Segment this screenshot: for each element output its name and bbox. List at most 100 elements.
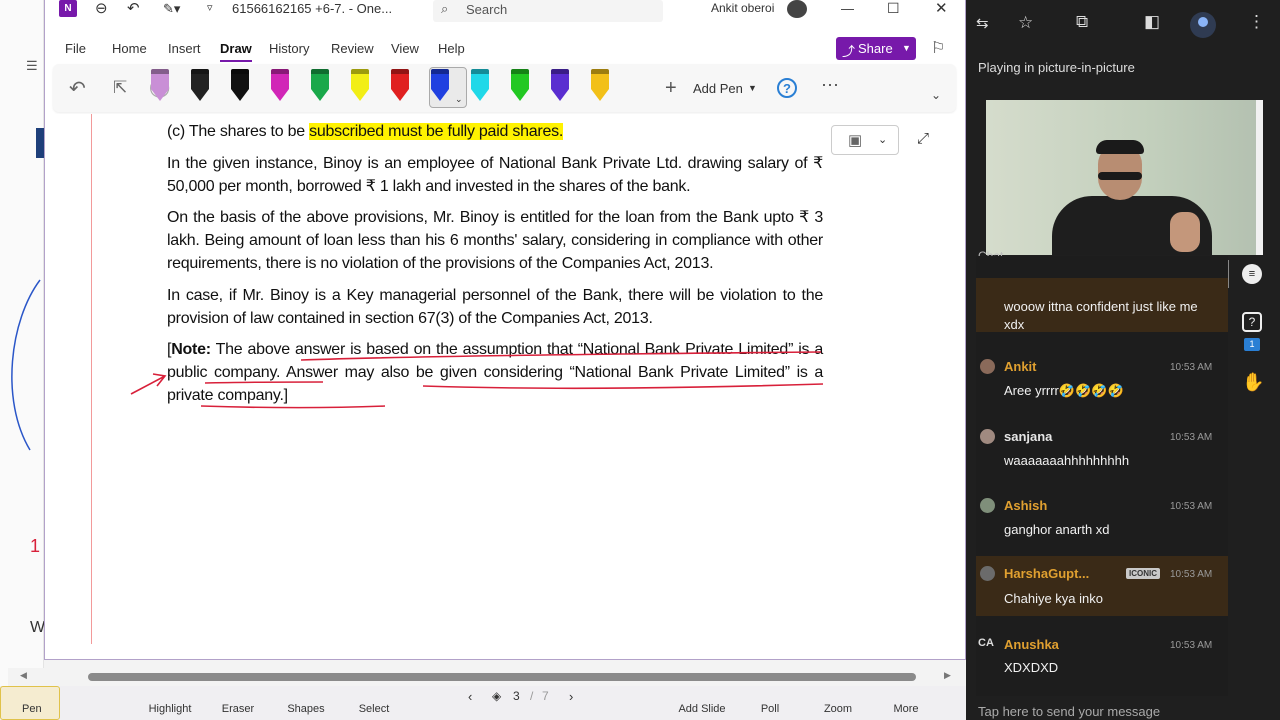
- back-icon[interactable]: ⊖: [95, 0, 108, 17]
- pip-status-text: Playing in picture-in-picture: [978, 60, 1135, 75]
- menu-review[interactable]: Review: [331, 41, 374, 56]
- profile-icon[interactable]: [1190, 12, 1216, 38]
- pen-6[interactable]: [348, 69, 372, 103]
- chat-time-2: 10:53 AM: [1170, 432, 1213, 443]
- add-pen-chevron-icon[interactable]: ▼: [748, 83, 757, 93]
- instructor-video[interactable]: [986, 100, 1263, 255]
- menu-file[interactable]: File: [65, 41, 86, 56]
- pen-12[interactable]: [588, 69, 612, 103]
- pen-5[interactable]: [308, 69, 332, 103]
- chat-name-3: Ashish: [1004, 498, 1048, 513]
- slide-current: 3: [513, 689, 520, 703]
- menu-history[interactable]: History: [269, 41, 309, 56]
- margin-line: [91, 114, 92, 644]
- tool-select-button[interactable]: Select: [344, 703, 404, 715]
- help-icon[interactable]: ?: [777, 78, 797, 98]
- side-panel-icon[interactable]: ◧: [1144, 12, 1160, 32]
- chat-time-1: 10:53 AM: [1170, 362, 1213, 373]
- notebook-chevron-icon: ⌄: [878, 134, 888, 146]
- maximize-icon[interactable]: ☐: [887, 0, 900, 17]
- prev-slide-icon[interactable]: ‹: [468, 689, 472, 704]
- avatar[interactable]: [787, 0, 807, 18]
- feedback-icon[interactable]: ⚐: [931, 38, 945, 58]
- chat-text-5: XDXDXD: [1004, 660, 1059, 675]
- extension-partial-icon[interactable]: ⇆: [976, 14, 989, 32]
- scroll-right-icon[interactable]: ▶: [944, 670, 951, 681]
- tool-highlight-button[interactable]: Highlight: [140, 703, 200, 715]
- horizontal-scrollbar[interactable]: ◀ ▶: [8, 668, 978, 686]
- clause-c: (c) The shares to be subscribed must be …: [167, 120, 823, 143]
- more-button[interactable]: More: [876, 703, 936, 715]
- undo-icon[interactable]: ↶: [127, 0, 140, 17]
- pen-2[interactable]: [188, 69, 212, 103]
- pen-4[interactable]: [268, 69, 292, 103]
- chat-message-1: Ankit 10:53 AM Aree yrrrr🤣🤣🤣🤣: [976, 356, 1228, 406]
- add-slide-button[interactable]: Add Slide: [672, 703, 732, 715]
- add-pen-button[interactable]: Add Pen: [693, 81, 743, 96]
- slides-icon: ◈: [492, 689, 502, 703]
- search-box[interactable]: ⌕ Search: [433, 0, 663, 22]
- share-button[interactable]: ⤴ Share ▼: [836, 37, 916, 60]
- pen-11[interactable]: [548, 69, 572, 103]
- pen-10[interactable]: [508, 69, 532, 103]
- pen-3[interactable]: [228, 69, 252, 103]
- expand-icon[interactable]: ⤢: [917, 130, 929, 147]
- search-icon: ⌕: [441, 1, 449, 16]
- add-pen-icon[interactable]: +: [665, 77, 677, 100]
- menu-icon[interactable]: ☰: [26, 58, 38, 74]
- menu-home[interactable]: Home: [112, 41, 147, 56]
- background-ink: 1 W: [11, 279, 44, 636]
- menu-draw[interactable]: Draw: [220, 41, 252, 62]
- chrome-menu-icon[interactable]: ⋮: [1248, 12, 1265, 32]
- chat-time-4: 10:53 AM: [1170, 569, 1213, 580]
- question-icon[interactable]: ?: [1242, 312, 1262, 332]
- chat-avatar-text-5: CA: [978, 637, 994, 649]
- chat-text-2: waaaaaaahhhhhhhhh: [1004, 453, 1130, 468]
- select-cursor-icon[interactable]: ⇱: [113, 78, 127, 98]
- pen-7[interactable]: [388, 69, 412, 103]
- tool-pen-label: Pen: [22, 703, 42, 715]
- tool-eraser-button[interactable]: Eraser: [208, 703, 268, 715]
- tool-shapes-button[interactable]: Shapes: [276, 703, 336, 715]
- share-chevron-icon: ▼: [902, 43, 911, 53]
- zoom-button[interactable]: Zoom: [808, 703, 868, 715]
- scroll-left-icon[interactable]: ◀: [20, 670, 27, 681]
- menu-help[interactable]: Help: [438, 41, 465, 56]
- undo-ribbon-icon[interactable]: ↶: [69, 76, 86, 101]
- pen-1[interactable]: [148, 69, 172, 103]
- collapse-ribbon-icon[interactable]: ⌄: [931, 88, 941, 102]
- more-options-icon[interactable]: ···: [821, 74, 839, 95]
- chat-list[interactable]: wooow ittna confident just like me xdx A…: [976, 256, 1228, 696]
- raise-hand-icon[interactable]: ✋: [1242, 372, 1264, 393]
- draw-ribbon: ↶ ⇱ ◯ ⌄ + Add Pen ▼ ? ··· ⌄: [53, 64, 956, 112]
- menu-view[interactable]: View: [391, 41, 419, 56]
- extensions-icon[interactable]: ⧉: [1076, 12, 1088, 32]
- poll-button[interactable]: Poll: [740, 703, 800, 715]
- tool-pen-button[interactable]: Pen: [0, 686, 60, 720]
- bookmark-star-icon[interactable]: ☆: [1018, 13, 1033, 33]
- scrollbar-thumb[interactable]: [88, 673, 916, 681]
- chat-message-0: wooow ittna confident just like me xdx: [976, 278, 1228, 332]
- chat-text-1: Aree yrrrr🤣🤣🤣🤣: [1004, 383, 1124, 398]
- note-text: The above answer is based on the assumpt…: [167, 341, 823, 404]
- search-placeholder: Search: [466, 2, 508, 17]
- page-canvas[interactable]: (c) The shares to be subscribed must be …: [45, 114, 965, 659]
- pen-9[interactable]: [468, 69, 492, 103]
- minimize-icon[interactable]: —: [841, 1, 854, 16]
- question-count-badge: 1: [1244, 338, 1260, 351]
- customize-icon[interactable]: ▿: [207, 1, 213, 14]
- browser-toolbar: ⇆ ☆ ⧉ ◧ ⋮: [966, 0, 1280, 50]
- send-message-input[interactable]: Tap here to send your message: [978, 704, 1160, 719]
- notebook-dropdown[interactable]: ▣ ⌄: [831, 125, 899, 155]
- chat-message-4: HarshaGupt... ICONIC 10:53 AM Chahiye ky…: [976, 556, 1228, 616]
- pen-options-chevron-icon[interactable]: ⌄: [455, 94, 463, 105]
- next-slide-icon[interactable]: ›: [569, 689, 573, 704]
- pen-quick-icon[interactable]: ✎▾: [163, 1, 180, 17]
- close-icon[interactable]: ✕: [935, 0, 948, 17]
- share-label: Share: [858, 41, 893, 56]
- chat-name-5: Anushka: [1004, 637, 1059, 652]
- chat-message-5: CA Anushka 10:53 AM XDXDXD: [976, 634, 1228, 684]
- chat-bubble-icon[interactable]: ≡: [1242, 264, 1262, 284]
- pen-8[interactable]: [428, 69, 452, 103]
- menu-insert[interactable]: Insert: [168, 41, 201, 56]
